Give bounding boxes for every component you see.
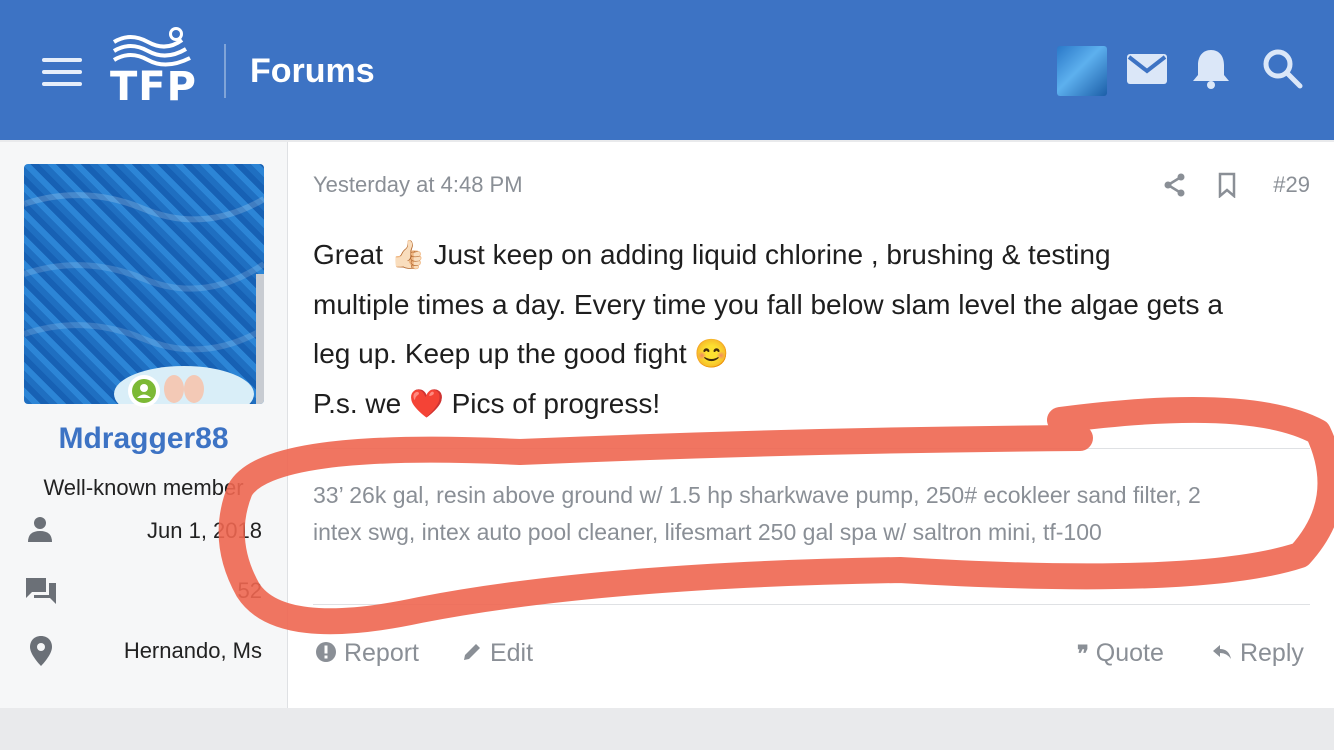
joined-date: Jun 1, 2018 bbox=[147, 518, 262, 543]
username-link[interactable]: Mdragger88 bbox=[0, 422, 287, 456]
messages-row: 52 bbox=[24, 574, 262, 610]
footer-divider bbox=[313, 604, 1310, 605]
inbox-icon[interactable] bbox=[1122, 44, 1172, 94]
message-line: multiple times a day. Every time you fal… bbox=[313, 288, 1223, 320]
bookmark-icon[interactable] bbox=[1214, 172, 1240, 198]
post-card: Mdragger88 Well-known member Jun 1, 2018… bbox=[0, 142, 1334, 708]
post-user-sidebar: Mdragger88 Well-known member Jun 1, 2018… bbox=[0, 142, 288, 708]
report-label: Report bbox=[343, 639, 419, 667]
quote-label: Quote bbox=[1095, 639, 1164, 667]
message-line: P.s. we ❤️ Pics of progress! bbox=[313, 387, 661, 419]
user-location[interactable]: Hernando, Ms bbox=[124, 638, 262, 664]
bell-icon[interactable] bbox=[1186, 44, 1236, 94]
reply-arrow-icon bbox=[1213, 645, 1231, 659]
signature-line: 33’ 26k gal, resin above ground w/ 1.5 h… bbox=[313, 482, 1201, 508]
signature-line: intex swg, intex auto pool cleaner, life… bbox=[313, 519, 1102, 545]
pool-photo-graphic bbox=[24, 192, 264, 404]
post-message: Great 👍🏻 Just keep on adding liquid chlo… bbox=[313, 230, 1310, 428]
pencil-icon bbox=[464, 644, 480, 660]
edit-label: Edit bbox=[489, 639, 534, 667]
edit-button[interactable]: Edit bbox=[461, 639, 533, 668]
tfp-logo[interactable]: TFP bbox=[110, 24, 196, 110]
message-line: Great 👍🏻 Just keep on adding liquid chlo… bbox=[313, 239, 1111, 270]
report-button[interactable]: Report bbox=[315, 639, 419, 668]
logo-waves-graphic bbox=[112, 27, 191, 67]
section-title[interactable]: Forums bbox=[250, 52, 375, 91]
top-nav-bar: TFP Forums bbox=[0, 0, 1334, 140]
user-title: Well-known member bbox=[43, 475, 244, 500]
reply-label: Reply bbox=[1239, 639, 1304, 667]
location-row: Hernando, Ms bbox=[24, 634, 262, 670]
user-avatar-photo[interactable] bbox=[24, 164, 264, 404]
message-count: 52 bbox=[237, 578, 262, 603]
quote-button[interactable]: ❞ Quote bbox=[1077, 639, 1164, 668]
post-number[interactable]: #29 bbox=[1273, 172, 1310, 198]
post-date[interactable]: Yesterday at 4:48 PM bbox=[313, 172, 523, 198]
quote-icon: ❞ bbox=[1077, 641, 1089, 666]
online-status-indicator bbox=[128, 375, 160, 407]
share-icon[interactable] bbox=[1162, 172, 1188, 198]
alert-icon bbox=[316, 642, 336, 662]
search-icon[interactable] bbox=[1258, 44, 1308, 94]
menu-icon[interactable] bbox=[42, 58, 82, 86]
message-line: leg up. Keep up the good fight 😊 bbox=[313, 338, 730, 369]
joined-row: Jun 1, 2018 bbox=[24, 514, 262, 550]
signature-divider bbox=[313, 448, 1310, 449]
account-avatar[interactable] bbox=[1057, 46, 1107, 96]
person-icon bbox=[28, 517, 52, 542]
post-content: Yesterday at 4:48 PM #29 Great 👍🏻 Just k… bbox=[313, 142, 1310, 708]
user-online-icon bbox=[137, 384, 151, 398]
user-signature: 33’ 26k gal, resin above ground w/ 1.5 h… bbox=[313, 477, 1310, 551]
header-divider bbox=[224, 44, 226, 98]
location-pin-icon bbox=[30, 636, 52, 666]
reply-button[interactable]: Reply bbox=[1211, 639, 1304, 668]
messages-icon bbox=[26, 578, 56, 604]
logo-text: TFP bbox=[110, 64, 197, 110]
